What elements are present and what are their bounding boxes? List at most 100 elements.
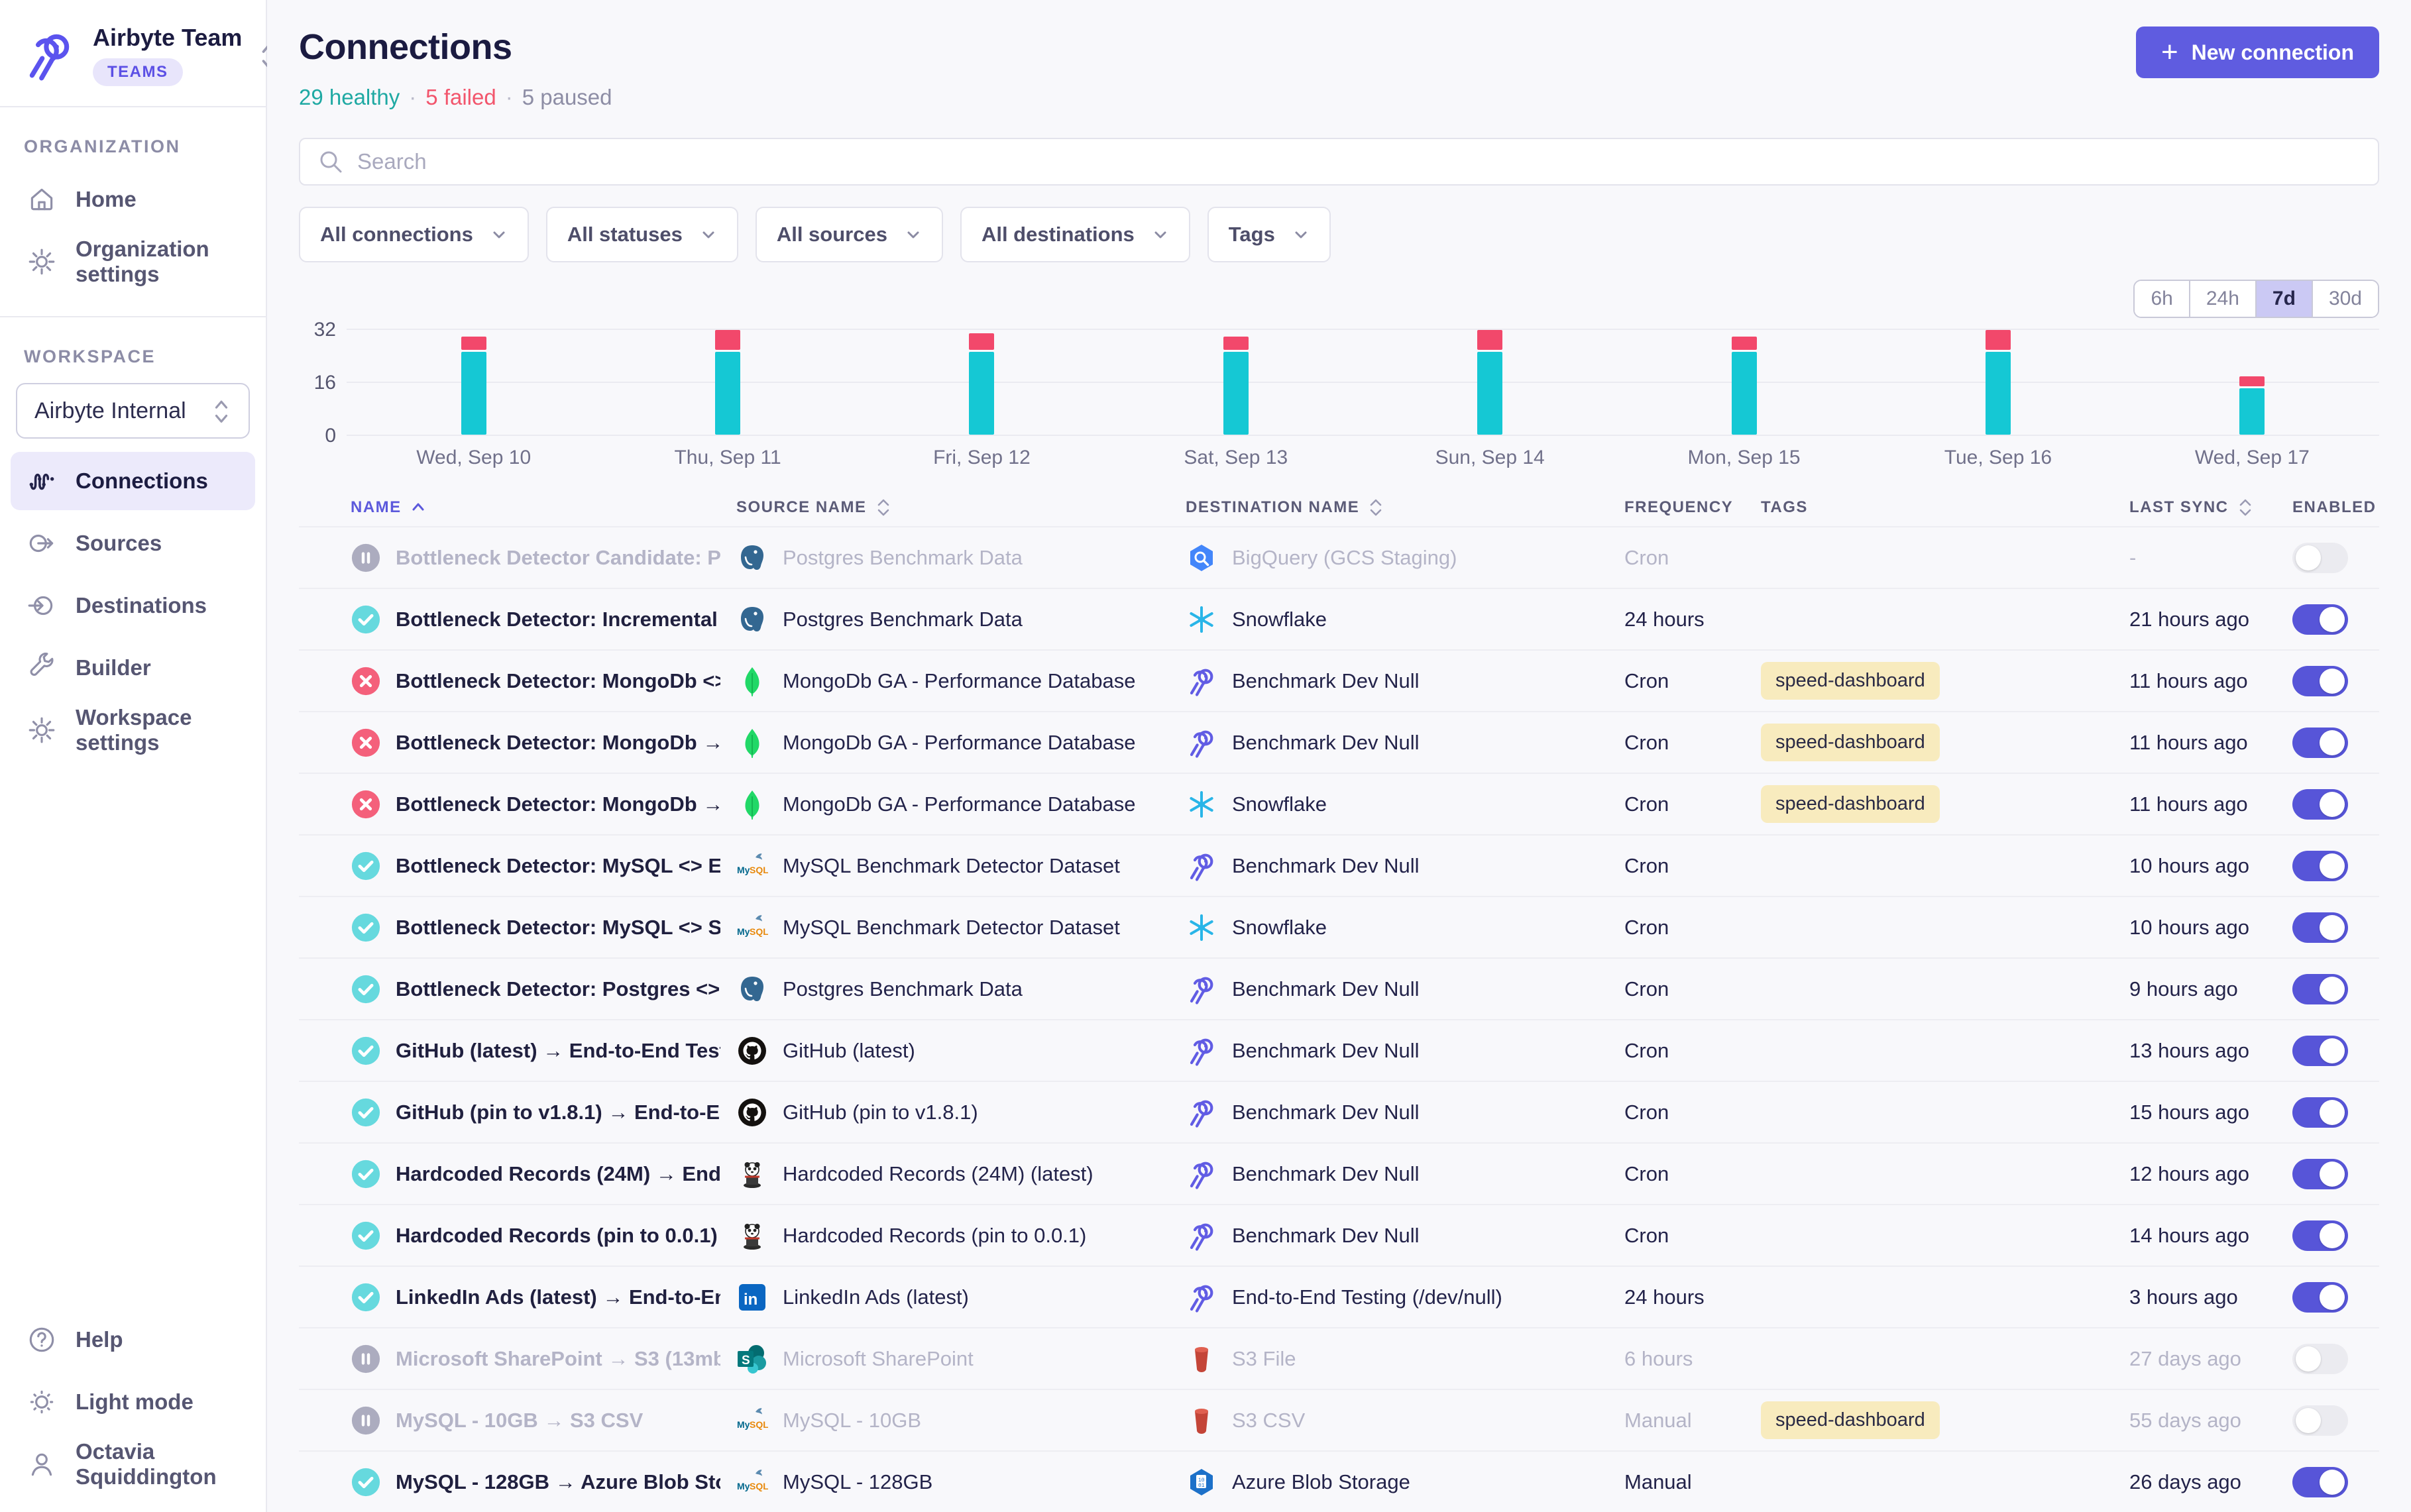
sidebar-item-builder[interactable]: Builder xyxy=(11,639,255,697)
destination-name: Azure Blob Storage xyxy=(1232,1470,1410,1494)
time-range-24h[interactable]: 24h xyxy=(2190,281,2257,317)
destination-name: Benchmark Dev Null xyxy=(1232,669,1420,693)
sidebar-item-help[interactable]: Help xyxy=(11,1311,255,1369)
failed-bar-segment xyxy=(1223,337,1249,350)
x-tick-label: Sun, Sep 14 xyxy=(1363,447,1617,469)
sidebar-item-destinations[interactable]: Destinations xyxy=(11,576,255,635)
filter-label: All connections xyxy=(320,223,473,246)
table-row[interactable]: Microsoft SharePoint → S3 (13mb performa… xyxy=(299,1327,2379,1389)
enabled-toggle[interactable] xyxy=(2292,728,2348,758)
table-row[interactable]: Bottleneck Detector Candidate: Postgres … xyxy=(299,526,2379,588)
sidebar-item-octavia-squiddington[interactable]: Octavia Squiddington xyxy=(11,1435,255,1493)
filter-all-destinations[interactable]: All destinations xyxy=(960,207,1190,262)
enabled-toggle[interactable] xyxy=(2292,543,2348,573)
table-row[interactable]: MySQL - 10GB → S3 CSV MySQL MySQL - 10GB… xyxy=(299,1389,2379,1450)
enabled-toggle[interactable] xyxy=(2292,851,2348,881)
table-row[interactable]: Bottleneck Detector: MongoDb <> End-to-E… xyxy=(299,649,2379,711)
table-row[interactable]: Hardcoded Records (24M) → End-to-End Te.… xyxy=(299,1142,2379,1204)
table-row[interactable]: Bottleneck Detector: MySQL <> Snowflake … xyxy=(299,896,2379,957)
time-range-30d[interactable]: 30d xyxy=(2313,281,2378,317)
home-icon xyxy=(27,184,57,215)
frequency: Manual xyxy=(1624,1470,1761,1494)
last-sync: 13 hours ago xyxy=(2129,1039,2292,1063)
gear-icon xyxy=(27,246,57,277)
column-header-destination-name[interactable]: Destination name xyxy=(1186,498,1624,517)
column-header-source-name[interactable]: Source name xyxy=(736,498,1186,517)
chevron-down-icon xyxy=(700,226,717,243)
table-row[interactable]: Bottleneck Detector: Incremental Postgre… xyxy=(299,588,2379,649)
s3-icon xyxy=(1186,1343,1217,1375)
table-row[interactable]: Hardcoded Records (pin to 0.0.1) → End-t… xyxy=(299,1204,2379,1266)
sidebar-item-connections[interactable]: Connections xyxy=(11,452,255,510)
sidebar-item-organization-settings[interactable]: Organization settings xyxy=(11,233,255,291)
sidebar-item-sources[interactable]: Sources xyxy=(11,514,255,572)
new-connection-button[interactable]: + New connection xyxy=(2136,27,2379,78)
sidebar-item-home[interactable]: Home xyxy=(11,170,255,229)
destination-name: Benchmark Dev Null xyxy=(1232,1101,1420,1124)
last-sync: 10 hours ago xyxy=(2129,854,2292,878)
workspace-selector[interactable]: Airbyte Internal xyxy=(16,383,250,439)
enabled-toggle[interactable] xyxy=(2292,1467,2348,1497)
table-row[interactable]: Bottleneck Detector: Postgres <> End-to-… xyxy=(299,957,2379,1019)
status-success-icon xyxy=(351,604,381,635)
chevron-down-icon xyxy=(1152,226,1169,243)
enabled-toggle[interactable] xyxy=(2292,912,2348,943)
enabled-toggle[interactable] xyxy=(2292,604,2348,635)
enabled-toggle[interactable] xyxy=(2292,666,2348,696)
filter-all-sources[interactable]: All sources xyxy=(756,207,943,262)
tag-badge: speed-dashboard xyxy=(1761,785,1940,823)
enabled-toggle[interactable] xyxy=(2292,1036,2348,1066)
enabled-toggle[interactable] xyxy=(2292,1405,2348,1436)
connections-icon xyxy=(27,466,57,496)
airbyte-icon xyxy=(1186,850,1217,882)
filter-all-statuses[interactable]: All statuses xyxy=(546,207,738,262)
search-input[interactable] xyxy=(357,149,2361,174)
page-title: Connections xyxy=(299,27,612,68)
table-row[interactable]: MySQL - 128GB → Azure Blob Storage JSOn … xyxy=(299,1450,2379,1512)
chart-bar-slot xyxy=(1363,329,1617,435)
chart-bar-slot xyxy=(855,329,1109,435)
syncs-chart: 32160 Wed, Sep 10Thu, Sep 11Fri, Sep 12S… xyxy=(299,329,2379,469)
sidebar-item-light-mode[interactable]: Light mode xyxy=(11,1373,255,1431)
last-sync: - xyxy=(2129,546,2292,570)
column-label: Frequency xyxy=(1624,498,1733,517)
org-switcher[interactable]: Airbyte Team TEAMS xyxy=(0,0,266,107)
filter-label: All statuses xyxy=(567,223,683,246)
table-row[interactable]: GitHub (pin to v1.8.1) → End-to-End Test… xyxy=(299,1081,2379,1142)
enabled-toggle[interactable] xyxy=(2292,974,2348,1004)
last-sync: 12 hours ago xyxy=(2129,1162,2292,1186)
sidebar-item-workspace-settings[interactable]: Workspace settings xyxy=(11,701,255,759)
column-label: Destination name xyxy=(1186,498,1359,517)
app: Airbyte Team TEAMS ORGANIZATION HomeOrga… xyxy=(0,0,2411,1512)
enabled-toggle[interactable] xyxy=(2292,1344,2348,1374)
time-range-6h[interactable]: 6h xyxy=(2135,281,2190,317)
column-header-last-sync[interactable]: Last sync xyxy=(2129,498,2292,517)
filter-tags[interactable]: Tags xyxy=(1207,207,1331,262)
failed-bar-segment xyxy=(969,333,994,350)
enabled-toggle[interactable] xyxy=(2292,1159,2348,1189)
enabled-toggle[interactable] xyxy=(2292,1282,2348,1313)
time-range-7d[interactable]: 7d xyxy=(2257,281,2313,317)
succeeded-bar-segment xyxy=(461,352,486,435)
frequency: Cron xyxy=(1624,669,1761,693)
table-row[interactable]: Bottleneck Detector: MongoDb → End-to-En… xyxy=(299,711,2379,773)
airbyte-icon xyxy=(1186,1281,1217,1313)
destination-name: Snowflake xyxy=(1232,916,1327,940)
enabled-toggle[interactable] xyxy=(2292,789,2348,820)
org-badge: TEAMS xyxy=(93,58,183,86)
x-tick-label: Wed, Sep 10 xyxy=(347,447,600,469)
enabled-toggle[interactable] xyxy=(2292,1097,2348,1128)
table-row[interactable]: Bottleneck Detector: MongoDb → Snowflake… xyxy=(299,773,2379,834)
paused-count[interactable]: 5 paused xyxy=(522,85,612,110)
column-header-name[interactable]: Name xyxy=(351,498,736,517)
table-row[interactable]: Bottleneck Detector: MySQL <> End-to-End… xyxy=(299,834,2379,896)
failed-count[interactable]: 5 failed xyxy=(425,85,496,110)
postgres-icon xyxy=(736,973,768,1005)
new-connection-label: New connection xyxy=(2192,40,2354,65)
filter-row: All connections All statuses All sources Al… xyxy=(299,207,2379,262)
healthy-count[interactable]: 29 healthy xyxy=(299,85,400,110)
enabled-toggle[interactable] xyxy=(2292,1220,2348,1251)
filter-all-connections[interactable]: All connections xyxy=(299,207,529,262)
table-row[interactable]: GitHub (latest) → End-to-End Testing (/d… xyxy=(299,1019,2379,1081)
table-row[interactable]: LinkedIn Ads (latest) → End-to-End Testi… xyxy=(299,1266,2379,1327)
